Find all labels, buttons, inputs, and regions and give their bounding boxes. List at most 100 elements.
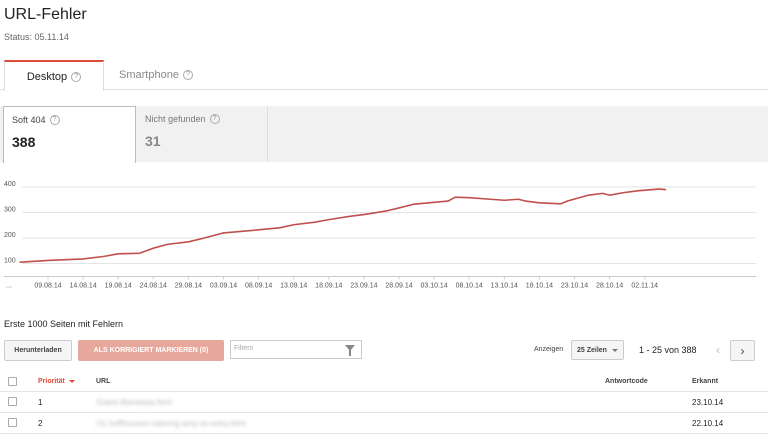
data-point [503, 199, 505, 201]
row-url[interactable]: /11-hoffhouses-catering-amp-ss-entry.htm… [96, 413, 245, 433]
list-toolbar: Herunterladen ALS KORRIGIERT MARKIEREN (… [0, 340, 768, 362]
row-url[interactable]: /Garte-Bandasia.html [96, 392, 172, 412]
x-tick-label: 08.09.14 [245, 283, 272, 290]
data-point [587, 194, 590, 196]
device-tabs: Desktop ? Smartphone ? [0, 60, 768, 91]
tab-desktop-label: Desktop [26, 70, 68, 83]
data-point [103, 255, 105, 257]
data-point [201, 237, 204, 240]
data-point [623, 192, 625, 194]
data-point [468, 197, 470, 199]
data-point [222, 232, 225, 234]
data-point [609, 194, 611, 196]
data-point [601, 192, 604, 194]
data-point [279, 227, 281, 229]
data-point [517, 198, 519, 200]
data-point [489, 198, 491, 200]
error-type-selector: Soft 404 ? 388 Nicht gefunden ? 31 [0, 106, 768, 163]
row-checkbox[interactable] [8, 397, 17, 406]
data-point [454, 196, 456, 198]
help-icon[interactable]: ? [49, 115, 60, 125]
table-header: Priorität URL Antwortcode Erkannt [0, 372, 768, 392]
column-priority[interactable]: Priorität [38, 372, 75, 391]
y-tick-label: 100 [4, 258, 16, 265]
x-tick-label: 29.08.14 [175, 283, 202, 290]
x-tick-label: 09.08.14 [34, 283, 61, 290]
data-point [19, 261, 21, 263]
data-point [398, 207, 400, 209]
data-point [412, 203, 414, 205]
download-button[interactable]: Herunterladen [4, 340, 72, 361]
tab-smartphone-label: Smartphone [119, 69, 179, 81]
data-point [433, 201, 435, 203]
data-point [117, 253, 119, 255]
column-url[interactable]: URL [96, 372, 110, 391]
errors-table: Priorität URL Antwortcode Erkannt 1 /Gar… [0, 372, 768, 434]
mark-fixed-button[interactable]: ALS KORRIGIERT MARKIEREN (0) [78, 340, 224, 361]
row-detected: 22.10.14 [692, 418, 724, 428]
help-icon[interactable]: ? [209, 114, 220, 124]
sort-desc-icon [68, 380, 75, 383]
metric-soft-404[interactable]: Soft 404 ? 388 [3, 106, 136, 163]
data-point [258, 229, 260, 231]
row-detected: 23.10.14 [692, 397, 724, 407]
x-tick-label: 14.08.14 [69, 283, 96, 290]
data-point [349, 215, 351, 217]
x-tick-label: 24.08.14 [140, 283, 167, 290]
column-priority-label: Priorität [38, 378, 65, 385]
filter-icon[interactable] [345, 345, 355, 356]
x-tick-label: 03.09.14 [210, 283, 237, 290]
x-tick-label: ... [6, 283, 12, 290]
metric-label: Nicht gefunden [145, 114, 206, 124]
data-point [637, 190, 639, 192]
data-point [447, 200, 449, 202]
filter-input[interactable]: Filtern [230, 340, 362, 359]
pagination-info: 1 - 25 von 388 [639, 345, 697, 355]
data-point [187, 241, 189, 243]
row-priority: 1 [38, 397, 43, 407]
data-point [328, 219, 330, 221]
data-point [384, 210, 386, 212]
table-row[interactable]: 1 /Garte-Bandasia.html 23.10.14 [0, 392, 768, 413]
row-checkbox[interactable] [8, 418, 17, 427]
x-tick-label: 08.10.14 [456, 283, 483, 290]
help-icon[interactable]: ? [182, 70, 193, 80]
x-tick-label: 13.10.14 [491, 283, 518, 290]
select-all-checkbox[interactable] [8, 377, 17, 386]
data-point [82, 258, 84, 260]
data-point [47, 259, 49, 262]
x-tick-label: 28.09.14 [385, 283, 412, 290]
column-detected[interactable]: Erkannt [692, 372, 718, 391]
filter-placeholder: Filtern [234, 345, 254, 352]
next-page-button[interactable]: › [730, 340, 755, 361]
tab-desktop[interactable]: Desktop ? [4, 60, 104, 91]
y-tick-label: 400 [4, 181, 16, 188]
metric-not-found[interactable]: Nicht gefunden ? 31 [137, 106, 268, 162]
previous-page-button[interactable]: ‹ [708, 340, 728, 360]
errors-line-chart: 400 300 200 100... 09.08.14 14.08.14 19.08.14 2… [4, 181, 756, 290]
table-row[interactable]: 2 /11-hoffhouses-catering-amp-ss-entry.h… [0, 413, 768, 434]
metric-label: Soft 404 [12, 115, 46, 125]
x-tick-label: 03.10.14 [420, 283, 447, 290]
x-tick-label: 18.09.14 [315, 283, 342, 290]
x-tick-label: 18.10.14 [526, 283, 553, 290]
column-response-code[interactable]: Antwortcode [605, 372, 648, 391]
series-line [19, 188, 666, 264]
rows-per-page-select[interactable]: 25 Zeilen [571, 340, 624, 360]
rows-per-page-value: 25 Zeilen [577, 346, 607, 354]
page-title: URL-Fehler [4, 6, 87, 23]
chevron-down-icon [612, 349, 618, 352]
x-tick-label: 23.09.14 [350, 283, 377, 290]
row-priority: 2 [38, 418, 43, 428]
tab-smartphone[interactable]: Smartphone ? [106, 60, 206, 90]
help-icon[interactable]: ? [71, 71, 82, 82]
data-point [538, 202, 541, 204]
data-point [293, 224, 295, 226]
x-tick-label: 13.09.14 [280, 283, 307, 290]
data-point [559, 203, 562, 205]
data-point [363, 213, 365, 216]
data-point [166, 243, 168, 245]
x-tick-label: 02.11.14 [631, 283, 658, 290]
status-date: Status: 05.11.14 [4, 32, 69, 42]
rows-per-page-label: Anzeigen [534, 346, 564, 353]
